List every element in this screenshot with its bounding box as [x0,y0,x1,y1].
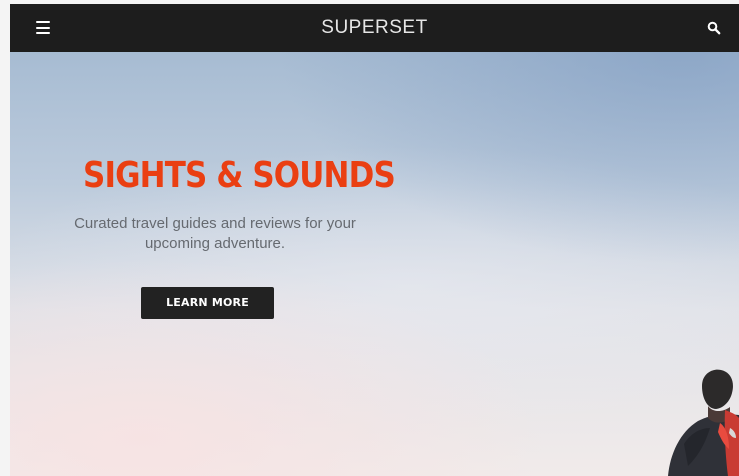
hero-headline: SIGHTS & SOUNDS [83,155,396,196]
screenshot-frame: SUPERSET SIGHTS & SOUNDS Curated travel … [0,0,739,476]
hero-subtitle: Curated travel guides and reviews for yo… [55,214,375,254]
hero-subtitle-line-2: upcoming adventure. [144,235,286,252]
learn-more-button[interactable]: LEARN MORE [141,287,274,319]
hero-subtitle-line-1: Curated travel guides and reviews for yo… [74,215,356,232]
top-navigation-bar: SUPERSET [10,4,739,52]
hero-section: SUPERSET SIGHTS & SOUNDS Curated travel … [10,4,739,476]
search-icon[interactable] [707,21,721,35]
brand-title[interactable]: SUPERSET [10,17,739,39]
hiker-silhouette-image [650,366,739,476]
